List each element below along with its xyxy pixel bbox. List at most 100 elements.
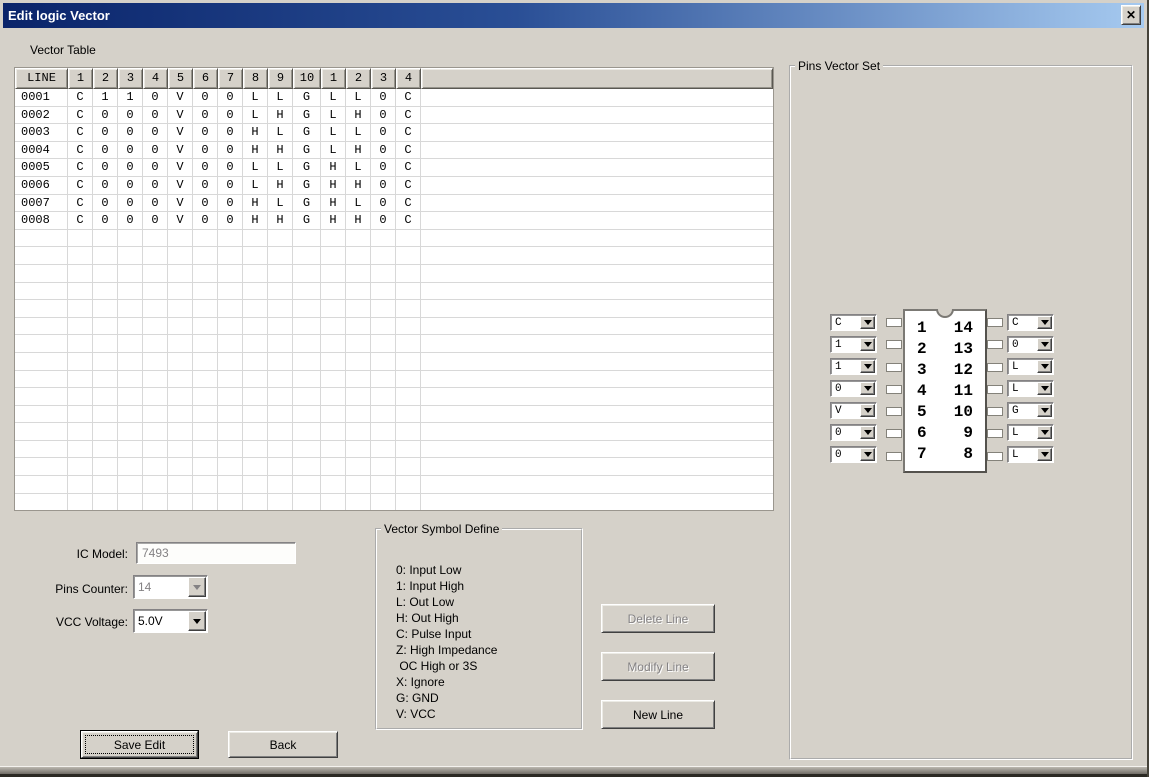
vector-cell[interactable]: 0 [143, 142, 168, 160]
vector-cell[interactable]: 0 [218, 142, 243, 160]
vector-cell[interactable]: L [243, 159, 268, 177]
vector-cell[interactable]: L [321, 89, 346, 107]
vector-cell[interactable]: 0 [371, 195, 396, 213]
vector-cell[interactable]: 0 [218, 107, 243, 125]
vector-cell[interactable]: C [396, 107, 421, 125]
column-header-pin-3[interactable]: 3 [371, 68, 396, 89]
vector-cell[interactable]: 0 [118, 195, 143, 213]
pin-7-select-dropdown-arrow-icon[interactable] [860, 448, 875, 461]
line-number-cell[interactable] [15, 283, 68, 301]
vector-cell[interactable]: 0 [118, 124, 143, 142]
vector-cell[interactable]: 0 [218, 195, 243, 213]
vector-cell[interactable]: L [268, 124, 293, 142]
line-number-cell[interactable] [15, 406, 68, 424]
vector-cell[interactable]: 0 [193, 195, 218, 213]
vector-cell[interactable]: G [293, 89, 321, 107]
pin-8-select-dropdown-arrow-icon[interactable] [1037, 448, 1052, 461]
vector-cell[interactable]: V [168, 107, 193, 125]
vector-cell[interactable]: V [168, 177, 193, 195]
vector-cell[interactable]: 0 [118, 142, 143, 160]
vector-cell[interactable]: G [293, 177, 321, 195]
new-line-button[interactable]: New Line [601, 700, 715, 729]
vector-cell[interactable]: C [68, 124, 93, 142]
column-header-pin-3[interactable]: 3 [118, 68, 143, 89]
vector-cell[interactable]: 0 [218, 124, 243, 142]
vector-cell[interactable]: L [268, 89, 293, 107]
vector-cell[interactable]: 0 [143, 107, 168, 125]
line-number-cell[interactable] [15, 441, 68, 459]
column-header-pin-4[interactable]: 4 [143, 68, 168, 89]
vector-cell[interactable]: G [293, 142, 321, 160]
column-header-pin-1[interactable]: 1 [321, 68, 346, 89]
vector-cell[interactable]: L [346, 195, 371, 213]
pin-11-select[interactable]: L [1007, 380, 1054, 397]
vector-cell[interactable]: 0 [218, 159, 243, 177]
vector-cell[interactable]: C [68, 212, 93, 230]
vector-cell[interactable]: 0 [371, 212, 396, 230]
line-number-cell[interactable] [15, 318, 68, 336]
vector-cell[interactable]: 0 [93, 142, 118, 160]
vector-table[interactable]: LINE123456789101234 0001C110V00LLGLL0C00… [14, 67, 774, 511]
line-number-cell[interactable]: 0005 [15, 159, 68, 177]
line-number-cell[interactable] [15, 300, 68, 318]
vector-cell[interactable]: 0 [371, 142, 396, 160]
line-number-cell[interactable]: 0004 [15, 142, 68, 160]
vector-cell[interactable]: 0 [118, 177, 143, 195]
vector-cell[interactable]: H [321, 159, 346, 177]
vector-cell[interactable]: 0 [371, 124, 396, 142]
pin-10-select-dropdown-arrow-icon[interactable] [1037, 404, 1052, 417]
pin-5-select-dropdown-arrow-icon[interactable] [860, 404, 875, 417]
column-header-pin-8[interactable]: 8 [243, 68, 268, 89]
vector-cell[interactable]: 0 [193, 124, 218, 142]
vector-cell[interactable]: L [321, 124, 346, 142]
vector-cell[interactable]: 0 [93, 212, 118, 230]
pin-13-select-dropdown-arrow-icon[interactable] [1037, 338, 1052, 351]
column-header-line[interactable]: LINE [15, 68, 68, 89]
vector-cell[interactable]: L [321, 142, 346, 160]
line-number-cell[interactable] [15, 371, 68, 389]
line-number-cell[interactable]: 0003 [15, 124, 68, 142]
line-number-cell[interactable] [15, 494, 68, 511]
vector-cell[interactable]: L [243, 107, 268, 125]
vector-cell[interactable]: H [268, 142, 293, 160]
vector-cell[interactable]: C [68, 142, 93, 160]
vector-cell[interactable]: 0 [93, 124, 118, 142]
vector-cell[interactable]: L [243, 89, 268, 107]
vector-cell[interactable]: C [68, 195, 93, 213]
vector-cell[interactable]: V [168, 89, 193, 107]
vector-cell[interactable]: C [396, 195, 421, 213]
vector-cell[interactable]: 0 [143, 159, 168, 177]
vector-cell[interactable]: C [396, 159, 421, 177]
vector-cell[interactable]: H [243, 124, 268, 142]
vector-cell[interactable]: G [293, 107, 321, 125]
pin-2-select-dropdown-arrow-icon[interactable] [860, 338, 875, 351]
column-header-pin-2[interactable]: 2 [346, 68, 371, 89]
close-button[interactable]: ✕ [1121, 5, 1141, 25]
vector-cell[interactable]: 0 [118, 212, 143, 230]
vector-cell[interactable]: C [396, 212, 421, 230]
vector-cell[interactable]: C [396, 142, 421, 160]
pin-6-select[interactable]: 0 [830, 424, 877, 441]
vector-cell[interactable]: C [68, 107, 93, 125]
vector-cell[interactable]: H [346, 107, 371, 125]
pin-3-select[interactable]: 1 [830, 358, 877, 375]
vector-cell[interactable]: C [68, 177, 93, 195]
line-number-cell[interactable] [15, 388, 68, 406]
vector-cell[interactable]: G [293, 212, 321, 230]
vector-cell[interactable]: L [321, 107, 346, 125]
vector-cell[interactable]: 0 [193, 107, 218, 125]
pin-9-select-dropdown-arrow-icon[interactable] [1037, 426, 1052, 439]
column-header-pin-9[interactable]: 9 [268, 68, 293, 89]
vector-cell[interactable]: 0 [143, 124, 168, 142]
pin-6-select-dropdown-arrow-icon[interactable] [860, 426, 875, 439]
vector-cell[interactable]: 0 [193, 159, 218, 177]
pin-14-select-dropdown-arrow-icon[interactable] [1037, 316, 1052, 329]
pin-12-select-dropdown-arrow-icon[interactable] [1037, 360, 1052, 373]
vector-cell[interactable]: 0 [118, 107, 143, 125]
vector-cell[interactable]: H [268, 107, 293, 125]
vector-cell[interactable]: 0 [118, 159, 143, 177]
vector-cell[interactable]: H [268, 177, 293, 195]
line-number-cell[interactable]: 0008 [15, 212, 68, 230]
vector-cell[interactable]: H [346, 142, 371, 160]
vector-cell[interactable]: C [396, 89, 421, 107]
